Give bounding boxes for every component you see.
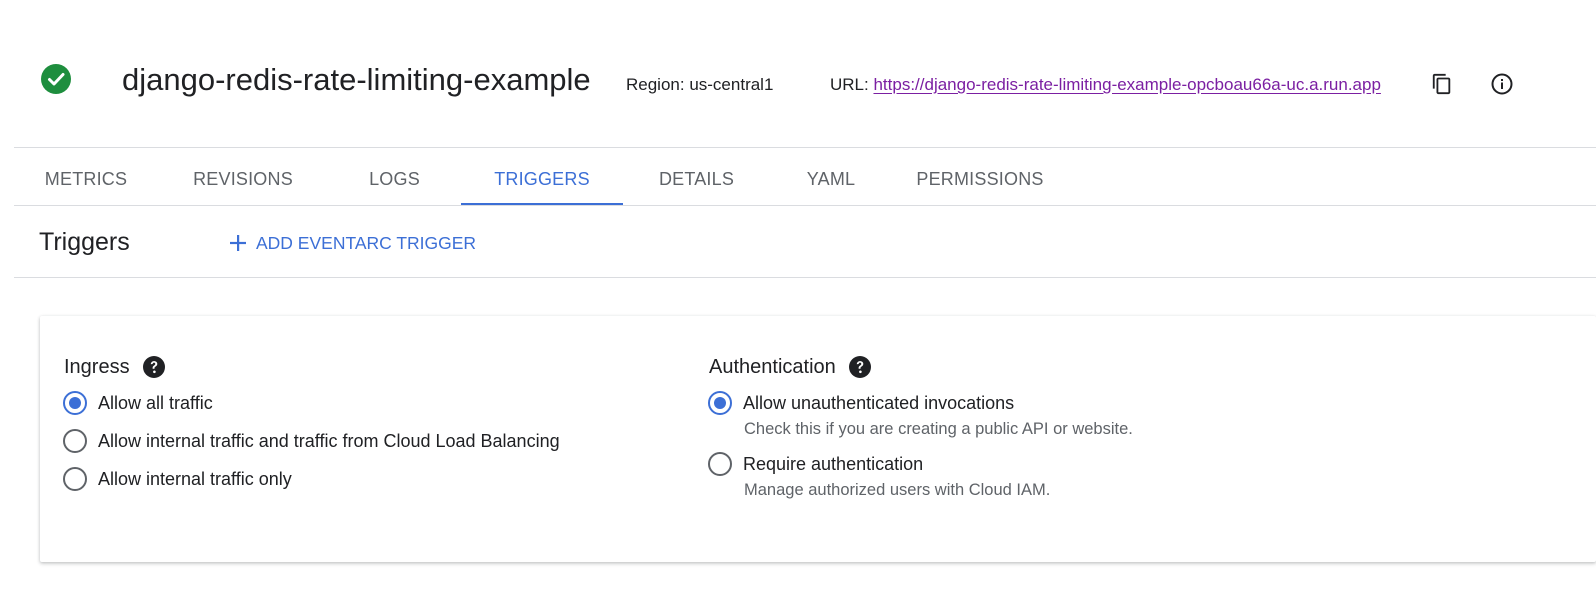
- header-divider: [14, 147, 1596, 148]
- info-button[interactable]: [1488, 70, 1516, 98]
- url-field: URL: https://django-redis-rate-limiting-…: [830, 74, 1381, 96]
- ingress-title-text: Ingress: [64, 356, 130, 378]
- add-eventarc-trigger-button[interactable]: ADD EVENTARC TRIGGER: [228, 230, 476, 256]
- help-icon[interactable]: [142, 355, 166, 379]
- tab-label: TRIGGERS: [494, 168, 590, 189]
- service-header: django-redis-rate-limiting-example Regio…: [0, 0, 1596, 150]
- help-icon[interactable]: [848, 355, 872, 379]
- auth-option-allow-unauthenticated[interactable]: Allow unauthenticated invocations: [708, 391, 1014, 415]
- service-url-link[interactable]: https://django-redis-rate-limiting-examp…: [873, 75, 1380, 94]
- check-circle-icon: [41, 64, 71, 94]
- region-label: Region: us-central1: [626, 75, 774, 94]
- tab-label: METRICS: [44, 168, 128, 189]
- tab-label: DETAILS: [658, 168, 735, 189]
- radio-label: Allow all traffic: [98, 393, 213, 413]
- tab-label: YAML: [806, 168, 856, 189]
- ingress-option-internal-only[interactable]: Allow internal traffic only: [63, 467, 292, 491]
- auth-option-description: Check this if you are creating a public …: [744, 420, 1133, 438]
- tab-yaml[interactable]: YAML: [770, 152, 892, 206]
- tab-metrics[interactable]: METRICS: [14, 152, 158, 206]
- tab-bar: METRICS REVISIONS LOGS TRIGGERS DETAILS …: [14, 152, 1068, 206]
- url-label: URL:: [830, 75, 874, 94]
- tab-label: LOGS: [369, 168, 420, 189]
- add-trigger-label: ADD EVENTARC TRIGGER: [256, 232, 477, 253]
- radio-label: Allow internal traffic and traffic from …: [98, 431, 560, 451]
- section-divider: [14, 277, 1596, 278]
- radio-button[interactable]: [708, 452, 732, 476]
- copy-icon: [1432, 73, 1451, 95]
- section-title: Triggers: [39, 228, 130, 256]
- ingress-option-internal-and-load-balancing[interactable]: Allow internal traffic and traffic from …: [63, 429, 560, 453]
- radio-button[interactable]: [63, 467, 87, 491]
- radio-label: Allow unauthenticated invocations: [743, 393, 1015, 413]
- tab-permissions[interactable]: PERMISSIONS: [892, 152, 1068, 206]
- tab-logs[interactable]: LOGS: [328, 152, 461, 206]
- service-name: django-redis-rate-limiting-example: [122, 62, 591, 97]
- copy-url-button[interactable]: [1428, 70, 1456, 98]
- info-icon: [1491, 73, 1513, 95]
- radio-label: Allow internal traffic only: [98, 469, 292, 489]
- radio-label: Require authentication: [743, 454, 924, 474]
- plus-icon: [230, 235, 246, 251]
- radio-button[interactable]: [63, 391, 87, 415]
- authentication-title: Authentication: [709, 354, 872, 380]
- settings-card: Ingress Allow all traffic Allow internal…: [40, 316, 1596, 562]
- ingress-option-all-traffic[interactable]: Allow all traffic: [63, 391, 213, 415]
- radio-button[interactable]: [63, 429, 87, 453]
- auth-option-description: Manage authorized users with Cloud IAM.: [744, 481, 1051, 499]
- tab-details[interactable]: DETAILS: [623, 152, 770, 206]
- tab-label: REVISIONS: [193, 168, 293, 189]
- ingress-title: Ingress: [64, 354, 166, 380]
- tabs-divider: [14, 205, 1596, 206]
- tab-triggers[interactable]: TRIGGERS: [461, 152, 623, 206]
- auth-option-require-authentication[interactable]: Require authentication: [708, 452, 923, 476]
- radio-button[interactable]: [708, 391, 732, 415]
- tab-label: PERMISSIONS: [916, 168, 1044, 189]
- tab-revisions[interactable]: REVISIONS: [158, 152, 328, 206]
- authentication-title-text: Authentication: [709, 356, 836, 378]
